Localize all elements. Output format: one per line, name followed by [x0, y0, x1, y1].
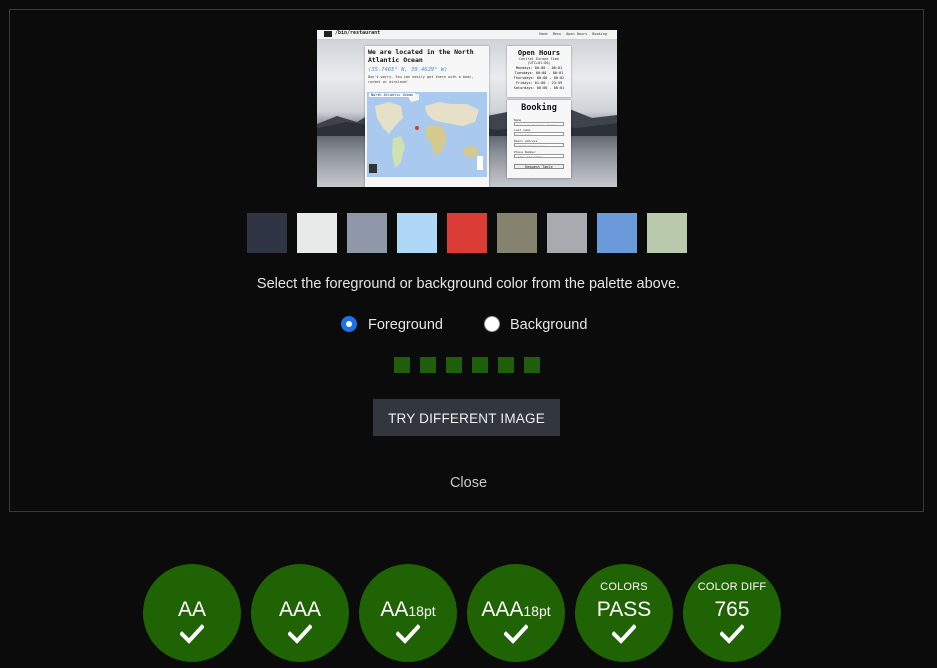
badge-label: AAA18pt: [467, 599, 565, 622]
progress-dot: [420, 357, 436, 373]
check-icon: [288, 624, 312, 644]
hours-line: Saturdays: 00:00 - 00:01: [513, 86, 565, 90]
badge-top-text: COLORS: [600, 581, 648, 593]
palette-swatch[interactable]: [247, 213, 287, 253]
result-badge-colors: COLORS PASS: [575, 564, 673, 662]
location-coords: (35.7465° N, 39.4629° W): [368, 67, 448, 73]
close-link[interactable]: Close: [0, 475, 937, 491]
result-badge-aaa: AAA: [251, 564, 349, 662]
preview-logo-icon: [324, 31, 332, 37]
color-palette: [247, 213, 697, 253]
palette-swatch[interactable]: [497, 213, 537, 253]
booking-phone-field: (555) 555-5555: [514, 154, 564, 158]
booking-email-field: name@example.com: [514, 143, 564, 147]
preview-nav-home: Home: [539, 32, 548, 36]
instruction-text: Select the foreground or background colo…: [256, 276, 681, 292]
badge-main-text: AAA: [278, 598, 322, 621]
palette-swatch[interactable]: [597, 213, 637, 253]
booking-request-button: Request Table: [514, 164, 564, 169]
progress-dot: [498, 357, 514, 373]
result-badge-color-diff: COLOR DIFF 765: [683, 564, 781, 662]
palette-swatch[interactable]: [547, 213, 587, 253]
preview-booking-card: Booking Name Jean-Luc Picard, Arrows, ..…: [507, 100, 571, 178]
hours-title: Open Hours: [517, 49, 561, 57]
booking-title: Booking: [521, 103, 557, 113]
palette-swatch[interactable]: [297, 213, 337, 253]
booking-name-field: Jean-Luc Picard, Arrows, ...: [514, 122, 564, 126]
preview-nav-menu: Menu: [552, 32, 562, 36]
preview-nav: Home Menu Open Hours Booking: [539, 32, 607, 36]
background-label[interactable]: Background: [510, 317, 587, 333]
result-badge-aaa-18pt: AAA18pt: [467, 564, 565, 662]
check-icon: [612, 624, 636, 644]
badge-label: AAA: [251, 599, 349, 621]
badge-sub-text: 18pt: [523, 603, 551, 619]
palette-swatch[interactable]: [347, 213, 387, 253]
progress-dot: [394, 357, 410, 373]
preview-nav-hours: Open Hours: [566, 32, 588, 36]
booking-lastname-field: Last Name: [514, 132, 564, 136]
preview-header: /bin/restaurant Home Menu Open Hours Boo…: [317, 30, 617, 40]
result-badge-aa-18pt: AA18pt: [359, 564, 457, 662]
preview-image: /bin/restaurant Home Menu Open Hours Boo…: [317, 30, 617, 187]
foreground-radio[interactable]: [341, 316, 357, 332]
progress-dot: [524, 357, 540, 373]
location-note: Don't worry. You can easily get there wi…: [368, 75, 474, 84]
result-badge-aa: AA: [143, 564, 241, 662]
progress-dot: [446, 357, 462, 373]
palette-swatch[interactable]: [647, 213, 687, 253]
try-different-image-button[interactable]: TRY DIFFERENT IMAGE: [373, 399, 560, 436]
hours-lines: Mondays: 00:00 - 00:01 Tuesdays: 00:00 -…: [507, 66, 571, 91]
check-icon: [396, 624, 420, 644]
palette-swatch[interactable]: [447, 213, 487, 253]
progress-dot: [472, 357, 488, 373]
check-icon: [504, 624, 528, 644]
preview-map: North Atlantic Ocean: [367, 92, 487, 177]
badge-label: AA: [143, 599, 241, 621]
badge-sub-text: 18pt: [408, 603, 436, 619]
palette-swatch[interactable]: [397, 213, 437, 253]
world-map-icon: [369, 94, 483, 173]
preview-brand: /bin/restaurant: [335, 30, 381, 36]
map-label: North Atlantic Ocean: [369, 93, 416, 97]
hours-subtitle: Central Europe Time (UTC+01:00): [518, 57, 560, 65]
badge-label: AA18pt: [359, 599, 457, 622]
badge-main-text: 765: [714, 598, 750, 621]
badge-main-text: AAA: [481, 598, 524, 621]
preview-location-card: We are located in the North Atlantic Oce…: [365, 46, 489, 187]
check-icon: [180, 624, 204, 644]
background-radio[interactable]: [484, 316, 500, 332]
badge-top-text: COLOR DIFF: [697, 581, 767, 593]
badge-label: PASS: [575, 599, 673, 621]
preview-hours-card: Open Hours Central Europe Time (UTC+01:0…: [507, 46, 571, 97]
preview-nav-booking: Booking: [592, 32, 607, 36]
foreground-label[interactable]: Foreground: [368, 317, 443, 333]
location-title: We are located in the North Atlantic Oce…: [368, 48, 474, 64]
badge-main-text: PASS: [596, 598, 652, 621]
badge-label: 765: [683, 599, 781, 621]
badge-main-text: AA: [380, 598, 409, 621]
badge-main-text: AA: [177, 598, 206, 621]
check-icon: [720, 624, 744, 644]
